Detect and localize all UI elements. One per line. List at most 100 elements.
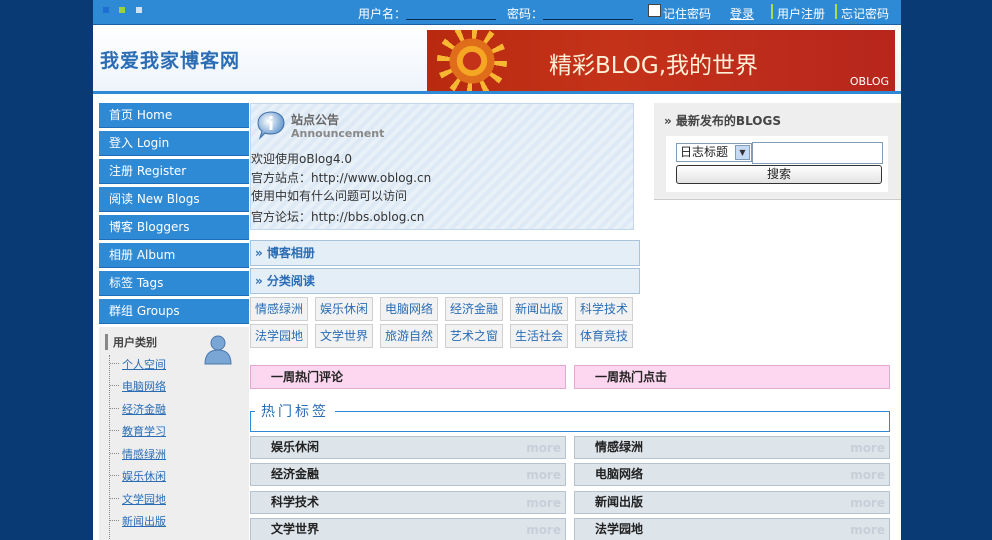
main-nav: 首页 Home 登入 Login 注册 Register 阅读 New Blog… [99, 103, 249, 327]
forgot-password-link[interactable]: 忘记密码 [841, 5, 889, 22]
more-link[interactable]: more [526, 438, 561, 459]
nav-item-groups[interactable]: 群组 Groups [99, 299, 249, 324]
user-category-item[interactable]: 娱乐休闲 [122, 468, 166, 484]
nav-item-register[interactable]: 注册 Register [99, 159, 249, 184]
tag-row[interactable]: 情感绿洲 more [574, 436, 890, 459]
user-category-title: 用户类别 [105, 334, 157, 350]
remember-label: 记住密码 [663, 7, 712, 21]
user-category-item[interactable]: 文学园地 [122, 491, 166, 507]
banner-text: 精彩BLOG,我的世界 [549, 53, 759, 79]
sun-logo-icon [437, 30, 507, 91]
tree-line [110, 498, 119, 499]
tag-row[interactable]: 电脑网络 more [574, 463, 890, 486]
nav-item-bloggers[interactable]: 博客 Bloggers [99, 215, 249, 240]
hot-tags-box [250, 411, 890, 432]
tag-row[interactable]: 科学技术 more [250, 491, 566, 514]
page: 用户名： 密码： 记住密码 登录 用户注册 忘记密码 我爱我家博客网 精彩BLO… [93, 0, 901, 540]
announcement-title: 站点公告 [291, 113, 340, 127]
tree-line [110, 453, 119, 454]
user-category-item[interactable]: 教育学习 [122, 423, 166, 439]
chevron-down-icon: ▼ [735, 145, 750, 160]
latest-blogs-panel: » 最新发布的BLOGS 日志标题 ▼ 搜索 [654, 103, 901, 200]
login-link[interactable]: 登录 [730, 5, 754, 22]
password-label: 密码： [507, 7, 544, 21]
more-link[interactable]: more [850, 520, 885, 540]
tag-row[interactable]: 新闻出版 more [574, 491, 890, 514]
banner[interactable]: 精彩BLOG,我的世界 OBLOG [427, 30, 895, 91]
hot-clicks-header[interactable]: 一周热门点击 [574, 365, 890, 389]
category-button[interactable]: 体育竞技 [575, 324, 633, 348]
tag-row-label: 经济金融 [271, 467, 320, 481]
separator [835, 4, 837, 19]
category-button[interactable]: 生活社会 [510, 324, 568, 348]
category-button[interactable]: 科学技术 [575, 297, 633, 321]
tag-row[interactable]: 经济金融 more [250, 463, 566, 486]
white-dot-icon [136, 7, 142, 13]
announcement-line: 欢迎使用oBlog4.0 [251, 152, 352, 166]
user-category-item[interactable]: 新闻出版 [122, 513, 166, 529]
user-category-list: 个人空间 电脑网络 经济金融 教育学习 情感绿洲 娱乐休闲 文学园地 新闻出版 [109, 355, 239, 540]
tag-row-label: 文学世界 [271, 522, 320, 536]
nav-item-album[interactable]: 相册 Album [99, 243, 249, 268]
tag-row-label: 娱乐休闲 [271, 440, 320, 454]
username-input[interactable] [406, 19, 496, 20]
tree-line [110, 520, 119, 521]
banner-brand: OBLOG [849, 75, 889, 88]
tag-row-label: 电脑网络 [595, 467, 644, 481]
blue-dot-icon [103, 7, 109, 13]
category-button[interactable]: 文学世界 [315, 324, 373, 348]
user-category-item[interactable]: 电脑网络 [122, 378, 166, 394]
category-button[interactable]: 经济金融 [445, 297, 503, 321]
announcement-subtitle: Announcement [291, 127, 385, 140]
search-input[interactable] [752, 142, 883, 164]
more-link[interactable]: more [850, 493, 885, 514]
register-link[interactable]: 用户注册 [777, 5, 825, 22]
album-section-header[interactable]: » 博客相册 [250, 240, 640, 266]
tree-line [110, 430, 119, 431]
category-button[interactable]: 法学园地 [250, 324, 308, 348]
announcement-line: 官方论坛：http://bbs.oblog.cn [251, 210, 425, 224]
more-link[interactable]: more [850, 438, 885, 459]
tree-line [110, 385, 119, 386]
separator [771, 4, 773, 19]
nav-item-new-blogs[interactable]: 阅读 New Blogs [99, 187, 249, 212]
tag-row[interactable]: 娱乐休闲 more [250, 436, 566, 459]
password-input[interactable] [543, 19, 633, 20]
hot-tags-title: 热门标签 [255, 401, 335, 421]
announcement-line: 使用中如有什么问题可以访问 [251, 189, 408, 203]
announcement-panel: 站点公告 Announcement 欢迎使用oBlog4.0 官方站点：http… [250, 103, 634, 230]
site-title[interactable]: 我爱我家博客网 [100, 46, 240, 73]
tag-row-label: 新闻出版 [595, 495, 644, 509]
user-category-item[interactable]: 个人空间 [122, 356, 166, 372]
tree-line [110, 475, 119, 476]
category-button[interactable]: 艺术之窗 [445, 324, 503, 348]
nav-item-home[interactable]: 首页 Home [99, 103, 249, 128]
more-link[interactable]: more [526, 520, 561, 540]
nav-item-tags[interactable]: 标签 Tags [99, 271, 249, 296]
more-link[interactable]: more [526, 465, 561, 486]
tag-row[interactable]: 法学园地 more [574, 518, 890, 540]
category-button[interactable]: 旅游自然 [380, 324, 438, 348]
remember-checkbox[interactable] [648, 4, 661, 17]
hot-comments-header[interactable]: 一周热门评论 [250, 365, 566, 389]
user-category-panel: 用户类别 个人空间 电脑网络 经济金融 教育学习 情感绿洲 娱乐休闲 文学园地 … [99, 327, 249, 540]
tag-row-label: 法学园地 [595, 522, 644, 536]
top-bar: 用户名： 密码： 记住密码 登录 用户注册 忘记密码 [93, 0, 901, 25]
more-link[interactable]: more [850, 465, 885, 486]
user-category-item[interactable]: 情感绿洲 [122, 446, 166, 462]
category-button[interactable]: 情感绿洲 [250, 297, 308, 321]
category-button[interactable]: 新闻出版 [510, 297, 568, 321]
category-button[interactable]: 娱乐休闲 [315, 297, 373, 321]
green-dot-icon [119, 7, 125, 13]
search-box: 日志标题 ▼ 搜索 [666, 136, 888, 192]
user-category-item[interactable]: 经济金融 [122, 401, 166, 417]
category-button[interactable]: 电脑网络 [380, 297, 438, 321]
more-link[interactable]: more [526, 493, 561, 514]
search-type-select[interactable]: 日志标题 ▼ [676, 143, 752, 162]
category-section-header[interactable]: » 分类阅读 [250, 268, 640, 294]
tag-row[interactable]: 文学世界 more [250, 518, 566, 540]
username-label: 用户名： [358, 7, 407, 21]
nav-item-login[interactable]: 登入 Login [99, 131, 249, 156]
search-button[interactable]: 搜索 [676, 165, 882, 184]
latest-blogs-title: » 最新发布的BLOGS [664, 114, 781, 128]
